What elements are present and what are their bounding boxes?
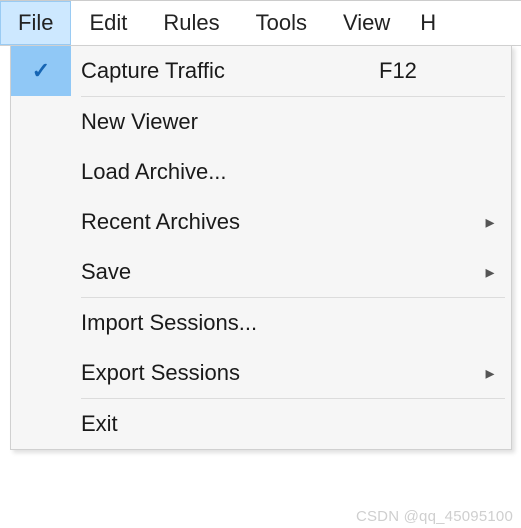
menubar-label: File [18, 10, 53, 36]
menu-item-capture-traffic[interactable]: ✓ Capture Traffic F12 [11, 46, 511, 96]
menu-item-exit[interactable]: Exit [11, 399, 511, 449]
menu-item-label: Load Archive... [71, 159, 379, 185]
menubar: File Edit Rules Tools View H [0, 1, 521, 46]
chevron-right-icon: ▸ [469, 262, 511, 283]
menu-item-load-archive[interactable]: Load Archive... [11, 147, 511, 197]
menubar-label: Tools [256, 10, 307, 36]
menubar-label: Edit [89, 10, 127, 36]
chevron-right-icon: ▸ [469, 212, 511, 233]
menubar-item-edit[interactable]: Edit [71, 1, 145, 45]
menu-item-label: Save [71, 259, 379, 285]
menubar-item-help[interactable]: H [408, 1, 436, 45]
menu-item-import-sessions[interactable]: Import Sessions... [11, 298, 511, 348]
menubar-label: View [343, 10, 390, 36]
chevron-right-icon: ▸ [469, 363, 511, 384]
watermark-text: CSDN @qq_45095100 [356, 508, 513, 525]
menubar-item-view[interactable]: View [325, 1, 408, 45]
file-menu-dropdown: ✓ Capture Traffic F12 New Viewer Load Ar… [10, 45, 512, 450]
menubar-item-tools[interactable]: Tools [238, 1, 325, 45]
app-window: File Edit Rules Tools View H ✓ Capture T… [0, 0, 521, 528]
menu-item-label: Export Sessions [71, 360, 379, 386]
menu-item-label: Recent Archives [71, 209, 379, 235]
menu-item-label: Import Sessions... [71, 310, 379, 336]
menubar-label: H [420, 10, 436, 36]
menu-item-accel: F12 [379, 58, 469, 84]
menu-item-save[interactable]: Save ▸ [11, 247, 511, 297]
menubar-label: Rules [163, 10, 219, 36]
menu-item-new-viewer[interactable]: New Viewer [11, 97, 511, 147]
menu-item-label: Exit [71, 411, 379, 437]
menubar-item-file[interactable]: File [0, 1, 71, 45]
menu-item-label: New Viewer [71, 109, 379, 135]
menu-item-label: Capture Traffic [71, 58, 379, 84]
menubar-item-rules[interactable]: Rules [145, 1, 237, 45]
menu-item-recent-archives[interactable]: Recent Archives ▸ [11, 197, 511, 247]
check-icon: ✓ [11, 46, 71, 96]
menu-item-export-sessions[interactable]: Export Sessions ▸ [11, 348, 511, 398]
